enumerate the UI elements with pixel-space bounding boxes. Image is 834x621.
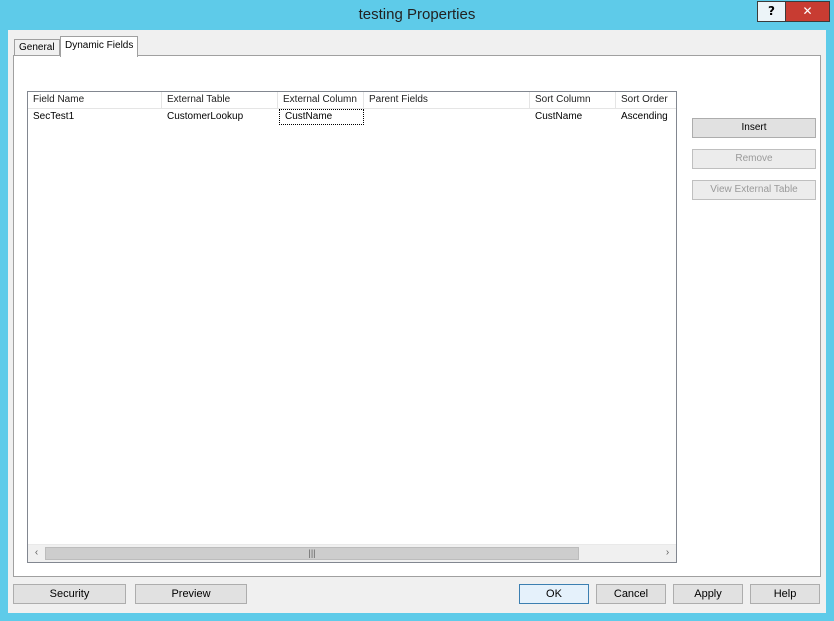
help-button[interactable]: Help [750,584,820,604]
dialog-client-area: General Dynamic Fields Field Name Extern… [8,30,826,613]
preview-button[interactable]: Preview [135,584,247,604]
close-button[interactable]: ✕ [785,1,830,22]
help-title-button[interactable]: ? [757,1,786,22]
column-header-parent-fields[interactable]: Parent Fields [364,92,530,108]
properties-dialog: testing Properties ? ✕ General Dynamic F… [0,0,834,621]
tab-general[interactable]: General [14,39,60,56]
list-header: Field Name External Table External Colum… [28,92,676,109]
cell-field-name[interactable]: SecTest1 [28,109,162,125]
cell-sort-order[interactable]: Ascending [616,109,676,125]
remove-button[interactable]: Remove [692,149,816,169]
cell-sort-column[interactable]: CustName [530,109,616,125]
column-header-sort-column[interactable]: Sort Column [530,92,616,108]
tab-panel: Field Name External Table External Colum… [13,55,821,577]
security-button[interactable]: Security [13,584,126,604]
cell-external-table[interactable]: CustomerLookup [162,109,278,125]
tab-dynamic-fields[interactable]: Dynamic Fields [60,36,139,57]
scroll-left-icon[interactable]: ‹ [28,545,45,562]
table-row[interactable]: SecTest1 CustomerLookup CustName CustNam… [28,109,676,125]
ok-button[interactable]: OK [519,584,589,604]
scroll-right-icon[interactable]: › [659,545,676,562]
dynamic-fields-list[interactable]: Field Name External Table External Colum… [27,91,677,563]
horizontal-scrollbar[interactable]: ‹ ||| › [28,544,676,562]
scroll-thumb[interactable]: ||| [45,547,579,560]
column-header-field-name[interactable]: Field Name [28,92,162,108]
column-header-external-column[interactable]: External Column [278,92,364,108]
insert-button[interactable]: Insert [692,118,816,138]
window-title: testing Properties [358,6,476,23]
column-header-sort-order[interactable]: Sort Order [616,92,676,108]
column-header-external-table[interactable]: External Table [162,92,278,108]
cell-parent-fields[interactable] [364,109,530,125]
cancel-button[interactable]: Cancel [596,584,666,604]
cell-external-column[interactable]: CustName [279,109,364,125]
apply-button[interactable]: Apply [673,584,743,604]
view-external-table-button[interactable]: View External Table [692,180,816,200]
scroll-grip-icon: ||| [308,548,316,558]
